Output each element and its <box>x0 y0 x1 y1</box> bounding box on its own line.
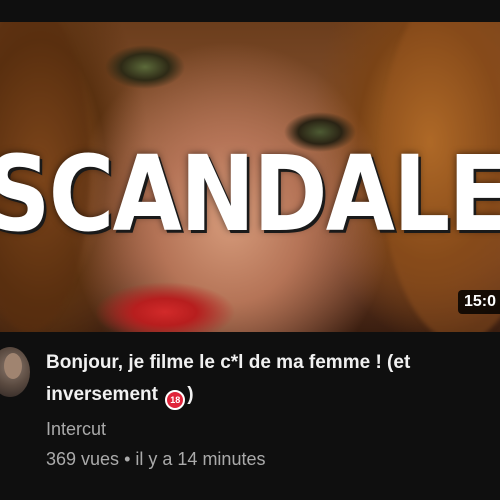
video-card[interactable]: SCANDALE 15:0 Bonjour, je filme le c*l d… <box>0 0 500 500</box>
stats-separator: • <box>124 449 131 469</box>
under-18-prohibited-icon: 18 <box>165 390 186 410</box>
channel-name[interactable]: Intercut <box>46 419 106 440</box>
video-title-text: Bonjour, je filme le c*l de ma femme ! (… <box>46 352 411 405</box>
video-title[interactable]: Bonjour, je filme le c*l de ma femme ! (… <box>46 347 486 411</box>
thumbnail-overlay-text: SCANDALE <box>0 133 500 255</box>
video-thumbnail[interactable]: SCANDALE 15:0 <box>0 22 500 332</box>
video-title-end: ) <box>187 384 194 405</box>
video-stats: 369 vues • il y a 14 minutes <box>46 449 265 470</box>
video-duration-badge: 15:0 <box>457 290 500 314</box>
view-count: 369 vues <box>46 449 120 469</box>
upload-age: il y a 14 minutes <box>135 449 266 469</box>
avatar-face <box>4 353 22 379</box>
channel-avatar[interactable] <box>0 347 30 397</box>
